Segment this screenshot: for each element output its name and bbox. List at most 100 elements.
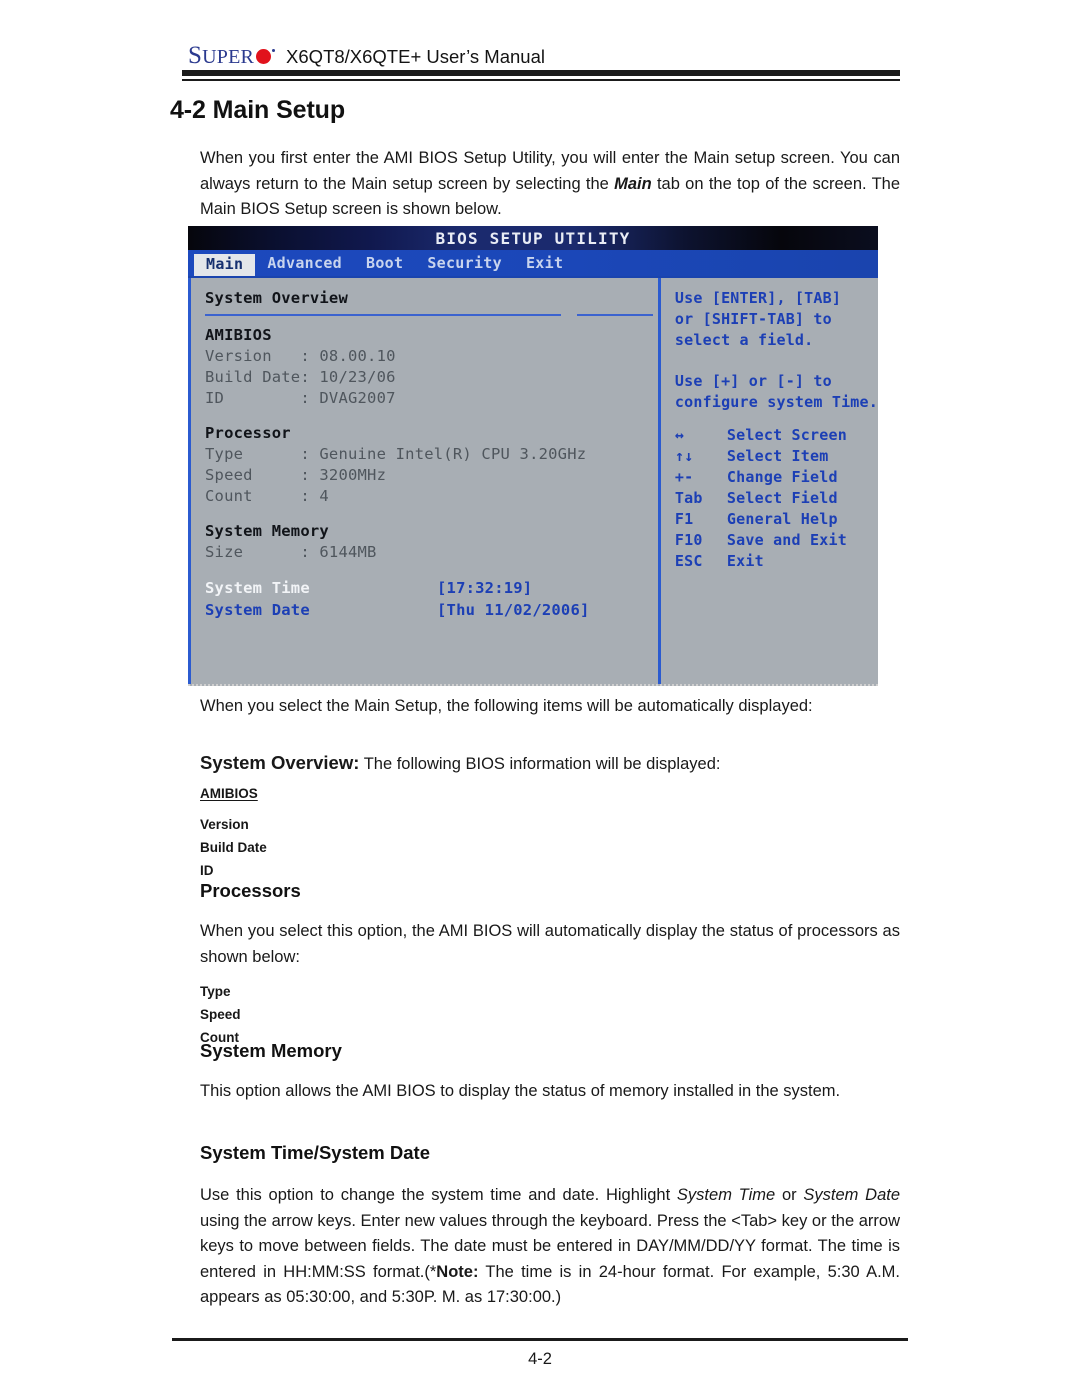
logo-small-dot-icon xyxy=(272,49,276,52)
time-italic-system-date: System Date xyxy=(803,1186,901,1204)
processors-gap xyxy=(200,902,900,919)
bios-key-exit: ESC Exit xyxy=(675,551,878,572)
bios-tab-security[interactable]: Security xyxy=(415,253,514,273)
amibios-list-gap xyxy=(200,805,900,813)
tab-key-icon: Tab xyxy=(674,489,703,507)
bios-system-time-row[interactable]: System Time [17:32:19] xyxy=(205,577,658,599)
system-time-date-gap xyxy=(200,1164,900,1183)
bios-system-memory-heading: System Memory xyxy=(205,522,329,540)
bios-key-change-field: +- Change Field xyxy=(675,467,878,488)
bios-system-time-value[interactable]: [17:32:19] xyxy=(437,577,532,599)
logo-letter-s: S xyxy=(188,42,203,69)
bios-spacer-2 xyxy=(205,507,658,521)
system-memory-gap xyxy=(200,1062,900,1079)
logo-red-dot-icon xyxy=(256,49,272,64)
time-text-1: Use this option to change the system tim… xyxy=(200,1186,677,1204)
footer-rule xyxy=(172,1338,908,1341)
bios-key-action-1: Select Item xyxy=(726,447,829,465)
bios-menubar: Main Advanced Boot Security Exit xyxy=(188,250,878,279)
bios-tab-boot[interactable]: Boot xyxy=(354,253,415,273)
bios-spacer-1 xyxy=(205,409,658,423)
bios-key-action-4: General Help xyxy=(726,510,838,528)
page-title: 4-2 Main Setup xyxy=(170,96,346,124)
bios-processor-type: Type : Genuine Intel(R) CPU 3.20GHz xyxy=(205,445,587,463)
system-memory-heading: System Memory xyxy=(200,1040,342,1061)
bios-key-select-item: ↑↓ Select Item xyxy=(675,446,878,467)
bios-key-general-help: F1 General Help xyxy=(675,509,878,530)
bios-tab-exit[interactable]: Exit xyxy=(514,253,575,273)
processors-item-speed: Speed xyxy=(200,1007,241,1022)
bios-system-overview-heading: System Overview xyxy=(205,289,348,307)
bios-system-time-label: System Time xyxy=(205,579,310,597)
intro-paragraph-block: When you first enter the AMI BIOS Setup … xyxy=(200,146,900,223)
bios-memory-size: Size : 6144MB xyxy=(205,543,377,561)
system-overview-rest: The following BIOS information will be d… xyxy=(359,755,721,773)
bios-system-date-row[interactable]: System Date [Thu 11/02/2006] xyxy=(205,599,658,621)
bios-tab-advanced[interactable]: Advanced xyxy=(255,253,354,273)
up-down-arrow-icon: ↑↓ xyxy=(674,447,694,465)
bios-processor-count: Count : 4 xyxy=(205,487,329,505)
header-rule-thick xyxy=(182,70,900,76)
processors-list-gap xyxy=(200,970,900,980)
time-note-bold: Note: xyxy=(436,1262,479,1281)
bios-help-gap xyxy=(675,351,878,371)
bios-key-action-5: Save and Exit xyxy=(726,531,847,549)
bios-help-text-1: Use [ENTER], [TAB] or [SHIFT-TAB] to sel… xyxy=(674,289,842,349)
left-right-arrow-icon: ↔ xyxy=(674,426,685,444)
bios-key-legend: ↔ Select Screen ↑↓ Select Item +- Change… xyxy=(675,425,878,572)
bios-key-select-field: Tab Select Field xyxy=(675,488,878,509)
processors-heading: Processors xyxy=(200,880,301,901)
manual-title: X6QT8/X6QTE+ User’s Manual xyxy=(286,46,545,67)
bios-amibios-version: Version : 08.00.10 xyxy=(205,347,396,365)
bios-setup-screenshot: BIOS SETUP UTILITY Main Advanced Boot Se… xyxy=(188,226,878,686)
bios-system-date-value[interactable]: [Thu 11/02/2006] xyxy=(437,599,590,621)
f10-key-icon: F10 xyxy=(674,531,703,549)
bios-help-pane: Use [ENTER], [TAB] or [SHIFT-TAB] to sel… xyxy=(661,278,878,684)
system-time-date-paragraph: Use this option to change the system tim… xyxy=(200,1183,900,1311)
system-time-date-heading: System Time/System Date xyxy=(200,1142,430,1163)
bios-tab-main[interactable]: Main xyxy=(194,253,256,279)
bios-key-action-3: Select Field xyxy=(726,489,838,507)
page-number: 4-2 xyxy=(528,1350,552,1368)
processors-paragraph: When you select this option, the AMI BIO… xyxy=(200,922,900,966)
manual-page: S UPER X6QT8/X6QTE+ User’s Manual 4-2 Mai… xyxy=(0,0,1080,1397)
bios-titlebar: BIOS SETUP UTILITY xyxy=(188,226,878,250)
amibios-item-id: ID xyxy=(200,863,214,878)
system-time-date-block: System Time/System Date Use this option … xyxy=(200,1142,900,1311)
bios-amibios-id: ID : DVAG2007 xyxy=(205,389,396,407)
bios-body: System Overview AMIBIOS Version : 08.00.… xyxy=(188,276,878,684)
bios-processor-heading: Processor xyxy=(205,424,291,442)
esc-key-icon: ESC xyxy=(674,552,703,570)
after-image-block: When you select the Main Setup, the foll… xyxy=(200,694,900,720)
supermicro-logo: S UPER xyxy=(188,42,276,70)
time-italic-system-time: System Time xyxy=(676,1186,776,1204)
system-memory-block: System Memory This option allows the AMI… xyxy=(200,1040,900,1105)
bios-title: BIOS SETUP UTILITY xyxy=(435,228,631,248)
after-image-paragraph: When you select the Main Setup, the foll… xyxy=(200,697,813,715)
bios-overview-divider xyxy=(205,314,653,316)
bios-key-save-and-exit: F10 Save and Exit xyxy=(675,530,878,551)
bios-key-action-2: Change Field xyxy=(726,468,838,486)
intro-paragraph: When you first enter the AMI BIOS Setup … xyxy=(200,146,900,223)
bios-amibios-build-date: Build Date: 10/23/06 xyxy=(205,368,396,386)
f1-key-icon: F1 xyxy=(674,510,694,528)
bios-processor-speed: Speed : 3200MHz xyxy=(205,466,387,484)
bios-amibios-heading: AMIBIOS xyxy=(205,326,272,344)
system-memory-paragraph: This option allows the AMI BIOS to displ… xyxy=(200,1082,841,1100)
system-overview-line: System Overview: The following BIOS info… xyxy=(200,750,900,778)
processors-block: Processors When you select this option, … xyxy=(200,880,900,1049)
bios-spacer-3 xyxy=(205,563,658,577)
system-overview-paragraph: System Overview: The following BIOS info… xyxy=(200,750,900,778)
amibios-item-build-date: Build Date xyxy=(200,840,267,855)
bios-key-select-screen: ↔ Select Screen xyxy=(675,425,878,446)
bios-key-action-0: Select Screen xyxy=(726,426,847,444)
bios-help-text-2: Use [+] or [-] to configure system Time. xyxy=(674,372,878,411)
logo-text-uper: UPER xyxy=(202,46,255,68)
processors-item-type: Type xyxy=(200,984,231,999)
plus-minus-icon: +- xyxy=(674,468,694,486)
amibios-list-block: AMIBIOS Version Build Date ID xyxy=(200,782,900,882)
time-text-or: or xyxy=(775,1186,804,1204)
amibios-item-version: Version xyxy=(200,817,249,832)
system-overview-bold: System Overview: xyxy=(200,752,360,773)
intro-main-tab-emphasis: Main xyxy=(614,174,652,193)
